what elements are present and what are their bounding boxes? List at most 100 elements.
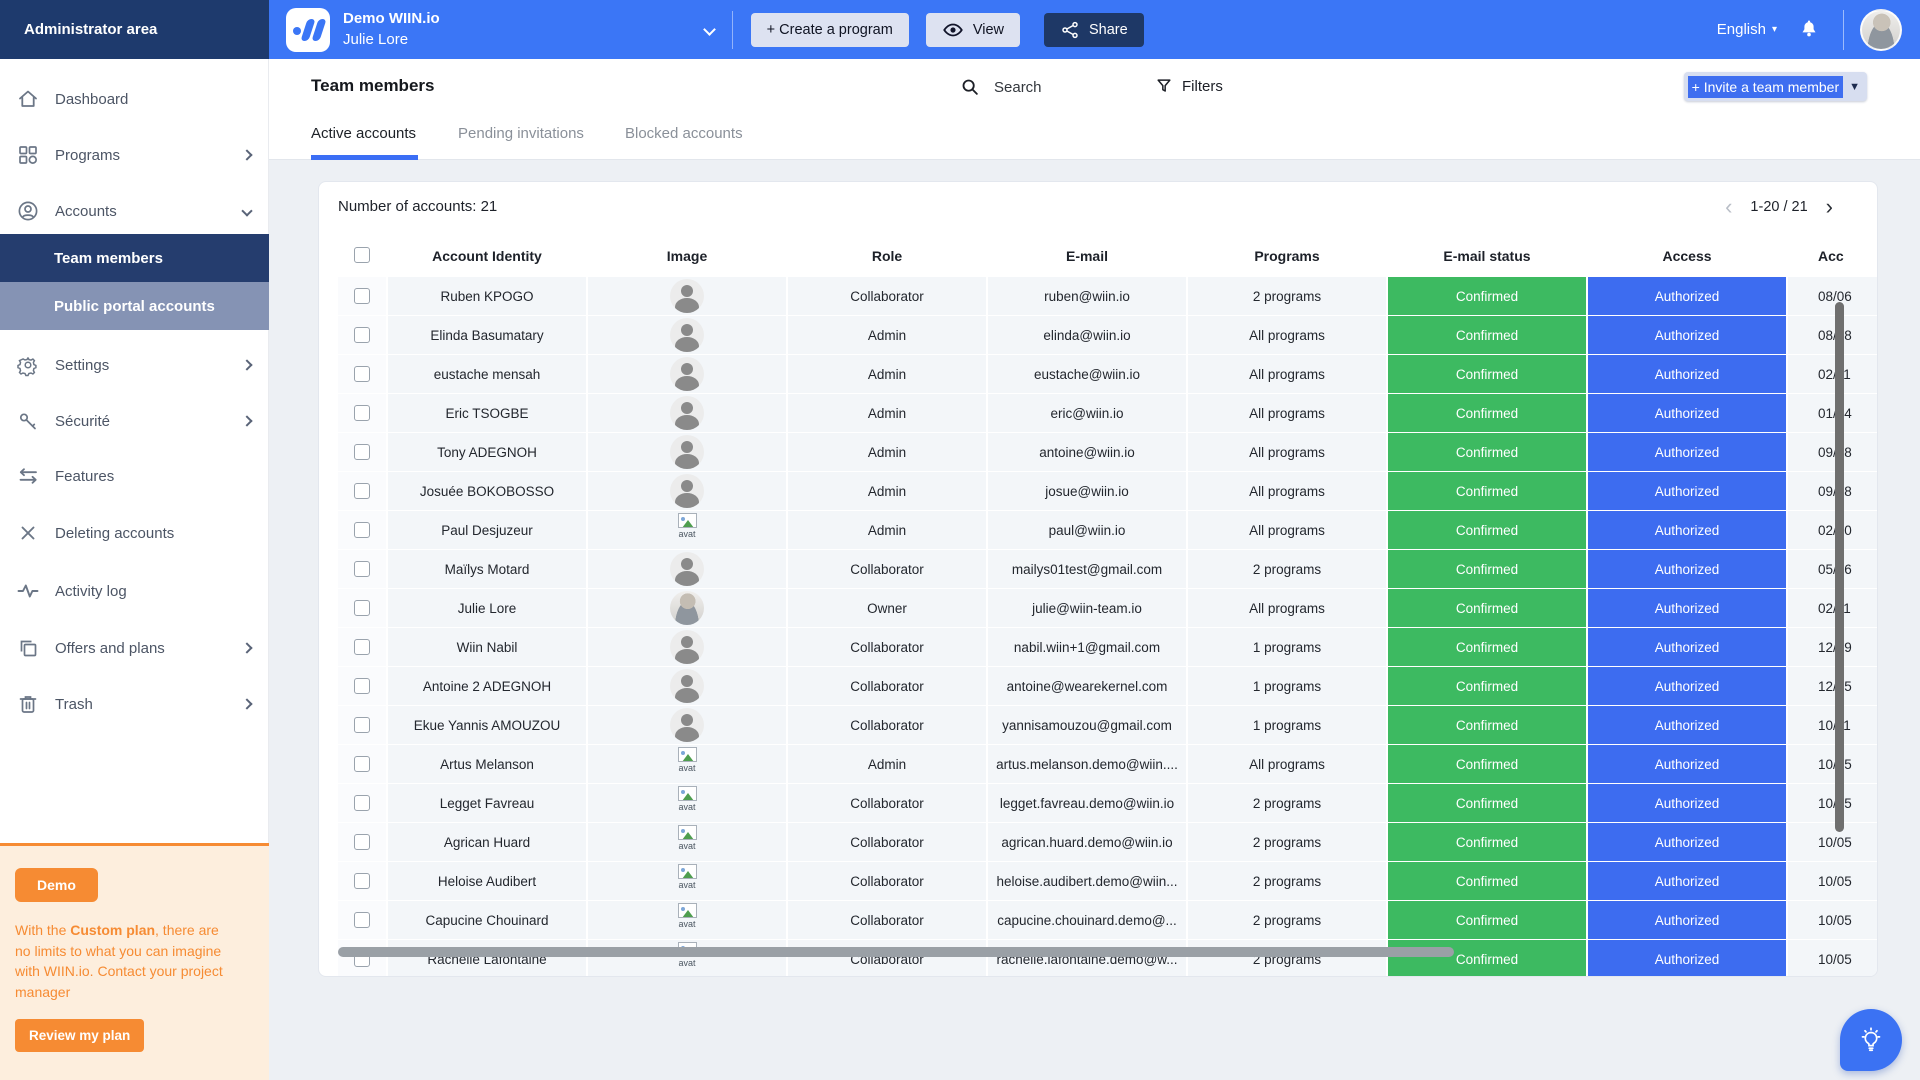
table-row[interactable]: Legget Favreau avat Collaborator legget.… — [319, 784, 1877, 822]
sidebar-item-trash[interactable]: Trash — [0, 681, 269, 727]
invite-team-member-button[interactable]: + Invite a team member ▼ — [1684, 72, 1867, 101]
avatar — [670, 591, 704, 625]
pagination-next-icon[interactable]: › — [1826, 196, 1833, 218]
row-checkbox[interactable] — [354, 483, 370, 499]
divider — [1843, 10, 1844, 50]
pagination-prev-icon[interactable]: ‹ — [1725, 196, 1732, 218]
tab-pending-invitations[interactable]: Pending invitations — [458, 125, 584, 142]
create-program-button[interactable]: + Create a program — [751, 13, 909, 47]
select-all-checkbox[interactable] — [354, 247, 370, 263]
sidebar-item-accounts[interactable]: Accounts — [0, 188, 269, 234]
sidebar-item-offers-and-plans[interactable]: Offers and plans — [0, 625, 269, 671]
row-checkbox[interactable] — [354, 912, 370, 928]
table-row[interactable]: Wiin Nabil avat Collaborator nabil.wiin+… — [319, 628, 1877, 666]
review-my-plan-button[interactable]: Review my plan — [15, 1019, 144, 1052]
table-row[interactable]: Julie Lore avat Owner julie@wiin-team.io… — [319, 589, 1877, 627]
creation-date-cell: 02/11 — [1788, 355, 1878, 393]
table-row[interactable]: Artus Melanson avat Admin artus.melanson… — [319, 745, 1877, 783]
row-checkbox[interactable] — [354, 522, 370, 538]
sidebar-item-label: Activity log — [55, 583, 251, 600]
broken-image-icon: avat — [678, 513, 697, 547]
row-checkbox[interactable] — [354, 795, 370, 811]
language-selector[interactable]: English▾ — [1717, 21, 1777, 38]
sidebar-item-label: Dashboard — [55, 91, 251, 108]
table-row[interactable]: Rachelle Lafontaine avat Collaborator ra… — [319, 940, 1877, 977]
sidebar-item-deleting-accounts[interactable]: Deleting accounts — [0, 510, 269, 556]
column-header: Programs — [1188, 248, 1386, 264]
account-identity-cell: Heloise Audibert — [388, 862, 586, 900]
sidebar-item-activity-log[interactable]: Activity log — [0, 568, 269, 614]
account-identity-cell: Wiin Nabil — [388, 628, 586, 666]
sidebar-item-label: Accounts — [55, 203, 243, 220]
row-checkbox[interactable] — [354, 327, 370, 343]
demo-plan-box: Demo With the Custom plan, there are no … — [0, 843, 269, 1080]
sidebar-item-programs[interactable]: Programs — [0, 132, 269, 178]
creation-date-cell: 12/19 — [1788, 628, 1878, 666]
access-badge: Authorized — [1588, 706, 1786, 744]
grid-icon — [16, 143, 40, 167]
user-avatar[interactable] — [1860, 9, 1902, 51]
row-checkbox[interactable] — [354, 444, 370, 460]
row-checkbox[interactable] — [354, 600, 370, 616]
table-row[interactable]: Capucine Chouinard avat Collaborator cap… — [319, 901, 1877, 939]
share-button[interactable]: Share — [1044, 13, 1144, 47]
filters-control[interactable]: Filters — [1154, 76, 1223, 96]
notifications-bell-icon[interactable] — [1797, 18, 1821, 42]
row-checkbox[interactable] — [354, 639, 370, 655]
row-checkbox[interactable] — [354, 756, 370, 772]
search-control[interactable]: Search — [959, 76, 1042, 98]
row-checkbox-cell — [338, 316, 386, 354]
access-badge: Authorized — [1588, 472, 1786, 510]
table-row[interactable]: Antoine 2 ADEGNOH avat Collaborator anto… — [319, 667, 1877, 705]
sidebar-item-public-portal-accounts[interactable]: Public portal accounts — [0, 282, 269, 330]
sidebar-item-dashboard[interactable]: Dashboard — [0, 76, 269, 122]
table-row[interactable]: Ekue Yannis AMOUZOU avat Collaborator ya… — [319, 706, 1877, 744]
email-cell: julie@wiin-team.io — [988, 589, 1186, 627]
sidebar-item-securite[interactable]: Sécurité — [0, 398, 269, 444]
row-checkbox[interactable] — [354, 561, 370, 577]
email-cell: agrican.huard.demo@wiin.io — [988, 823, 1186, 861]
view-button[interactable]: View — [926, 13, 1020, 47]
horizontal-scrollbar[interactable] — [338, 947, 1454, 957]
access-badge: Authorized — [1588, 940, 1786, 977]
row-checkbox[interactable] — [354, 873, 370, 889]
sidebar-item-features[interactable]: Features — [0, 453, 269, 499]
chevron-right-icon — [241, 698, 252, 709]
access-badge: Authorized — [1588, 550, 1786, 588]
sidebar-item-settings[interactable]: Settings — [0, 342, 269, 388]
sidebar-item-team-members[interactable]: Team members — [0, 234, 269, 282]
table-row[interactable]: Agrican Huard avat Collaborator agrican.… — [319, 823, 1877, 861]
row-checkbox[interactable] — [354, 405, 370, 421]
email-status-badge: Confirmed — [1388, 940, 1586, 977]
tab-blocked-accounts[interactable]: Blocked accounts — [625, 125, 743, 142]
table-row[interactable]: Josuée BOKOBOSSO avat Admin josue@wiin.i… — [319, 472, 1877, 510]
row-checkbox[interactable] — [354, 288, 370, 304]
table-row[interactable]: Maïlys Motard avat Collaborator mailys01… — [319, 550, 1877, 588]
pagination: ‹ 1-20 / 21 › — [1725, 196, 1833, 218]
row-checkbox[interactable] — [354, 366, 370, 382]
table-row[interactable]: eustache mensah avat Admin eustache@wiin… — [319, 355, 1877, 393]
image-cell: avat — [588, 472, 786, 510]
table-row[interactable]: Elinda Basumatary avat Admin elinda@wiin… — [319, 316, 1877, 354]
caret-down-icon: ▾ — [1772, 24, 1777, 35]
row-checkbox[interactable] — [354, 678, 370, 694]
table-row[interactable]: Paul Desjuzeur avat Admin paul@wiin.io A… — [319, 511, 1877, 549]
table-row[interactable]: Ruben KPOGO avat Collaborator ruben@wiin… — [319, 277, 1877, 315]
avatar — [670, 357, 704, 391]
tab-active-accounts[interactable]: Active accounts — [311, 125, 416, 142]
email-cell: artus.melanson.demo@wiin.... — [988, 745, 1186, 783]
vertical-scrollbar[interactable] — [1835, 302, 1844, 832]
account-identity-cell: Tony ADEGNOH — [388, 433, 586, 471]
topbar: Demo WIIN.io Julie Lore + Create a progr… — [269, 0, 1920, 59]
row-checkbox[interactable] — [354, 834, 370, 850]
table-row[interactable]: Tony ADEGNOH avat Admin antoine@wiin.io … — [319, 433, 1877, 471]
row-checkbox[interactable] — [354, 717, 370, 733]
row-checkbox-cell — [338, 394, 386, 432]
table-row[interactable]: Heloise Audibert avat Collaborator heloi… — [319, 862, 1877, 900]
help-lightbulb-fab[interactable] — [1840, 1009, 1902, 1071]
demo-text-bold: Custom plan — [70, 922, 155, 938]
email-cell: capucine.chouinard.demo@... — [988, 901, 1186, 939]
workspace-switcher-chevron[interactable] — [705, 21, 714, 39]
table-row[interactable]: Eric TSOGBE avat Admin eric@wiin.io All … — [319, 394, 1877, 432]
sidebar: Administrator area Dashboard Programs Ac… — [0, 0, 269, 1080]
